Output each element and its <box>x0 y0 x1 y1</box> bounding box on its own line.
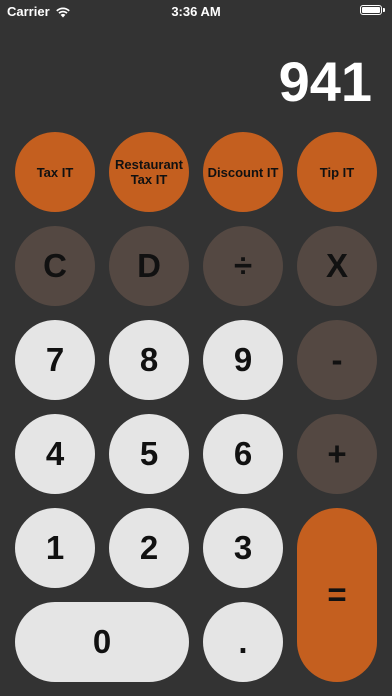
restaurant-tax-it-button[interactable]: Restaurant Tax IT <box>109 132 189 212</box>
decimal-button[interactable]: . <box>203 602 283 682</box>
digit-7-button[interactable]: 7 <box>15 320 95 400</box>
result-display: 941 <box>278 50 372 113</box>
status-bar: Carrier 3:36 AM <box>0 0 392 22</box>
digit-1-button[interactable]: 1 <box>15 508 95 588</box>
plus-button[interactable]: + <box>297 414 377 494</box>
digit-9-button[interactable]: 9 <box>203 320 283 400</box>
restaurant-tax-label-line1: Restaurant <box>115 157 183 172</box>
delete-button[interactable]: D <box>109 226 189 306</box>
digit-3-button[interactable]: 3 <box>203 508 283 588</box>
discount-it-button[interactable]: Discount IT <box>203 132 283 212</box>
restaurant-tax-label: Restaurant Tax IT <box>115 157 183 187</box>
digit-6-button[interactable]: 6 <box>203 414 283 494</box>
battery-icon <box>360 5 385 15</box>
equals-button[interactable]: = <box>297 508 377 682</box>
digit-2-button[interactable]: 2 <box>109 508 189 588</box>
tax-it-button[interactable]: Tax IT <box>15 132 95 212</box>
battery-fill <box>362 7 380 13</box>
multiply-button[interactable]: X <box>297 226 377 306</box>
tip-it-button[interactable]: Tip IT <box>297 132 377 212</box>
digit-4-button[interactable]: 4 <box>15 414 95 494</box>
calculator-screen: Carrier 3:36 AM 941 Tax IT Restaurant Ta… <box>0 0 392 696</box>
digit-5-button[interactable]: 5 <box>109 414 189 494</box>
minus-button[interactable]: - <box>297 320 377 400</box>
status-time: 3:36 AM <box>171 4 221 19</box>
divide-button[interactable]: ÷ <box>203 226 283 306</box>
digit-0-button[interactable]: 0 <box>15 602 189 682</box>
clear-button[interactable]: C <box>15 226 95 306</box>
digit-8-button[interactable]: 8 <box>109 320 189 400</box>
restaurant-tax-label-line2: Tax IT <box>130 172 168 187</box>
